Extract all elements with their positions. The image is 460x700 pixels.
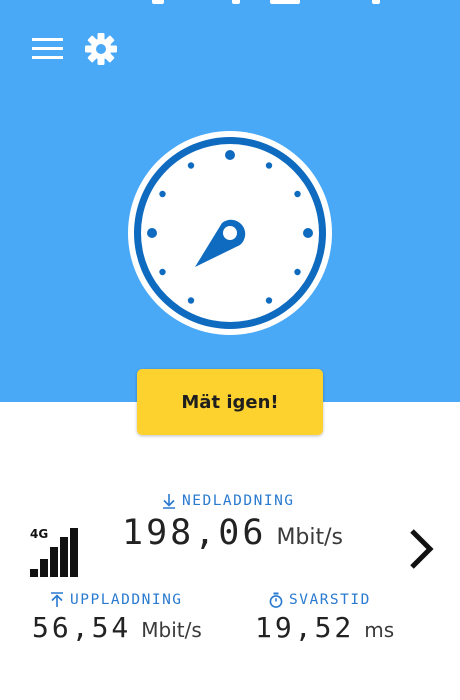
gauge-tick <box>187 162 195 169</box>
gauge-tick <box>159 268 166 276</box>
latency-result: 19,52 ms <box>255 611 394 644</box>
gear-icon[interactable] <box>84 32 118 66</box>
hamburger-menu-icon[interactable] <box>32 36 64 62</box>
gauge-tick <box>159 190 166 198</box>
latency-value: 19,52 <box>255 611 355 644</box>
upload-label-text: UPPLADDNING <box>70 592 183 608</box>
chevron-right-icon[interactable] <box>404 527 440 571</box>
upload-unit: Mbit/s <box>141 618 202 642</box>
upload-value: 56,54 <box>32 611 132 644</box>
speedometer-dial-icon <box>127 130 333 336</box>
gauge-tick <box>294 268 301 276</box>
download-result: 198,06 Mbit/s <box>122 513 343 553</box>
gauge-tick <box>265 297 273 304</box>
latency-label: SVARSTID <box>268 592 371 608</box>
arrow-up-icon <box>51 592 63 607</box>
latency-unit: ms <box>364 618 395 642</box>
latency-label-text: SVARSTID <box>289 592 371 608</box>
upload-result: 56,54 Mbit/s <box>32 611 202 644</box>
download-label: NEDLADDNING <box>161 493 295 509</box>
download-label-text: NEDLADDNING <box>182 493 295 509</box>
download-unit: Mbit/s <box>276 525 343 550</box>
status-bar <box>0 0 460 6</box>
stopwatch-icon <box>269 592 283 608</box>
gauge-tick <box>225 150 235 160</box>
download-value: 198,06 <box>122 513 267 553</box>
network-technology: 4G <box>30 527 49 541</box>
measure-again-button[interactable]: Mät igen! <box>137 369 323 435</box>
gauge-tick <box>147 228 157 238</box>
signal-bars-icon: 4G <box>30 527 80 577</box>
arrow-down-icon <box>163 494 175 509</box>
gauge-tick <box>265 162 273 169</box>
gauge-tick <box>187 297 195 304</box>
gauge-tick <box>303 228 313 238</box>
gauge-tick <box>294 190 301 198</box>
upload-label: UPPLADDNING <box>49 592 183 608</box>
